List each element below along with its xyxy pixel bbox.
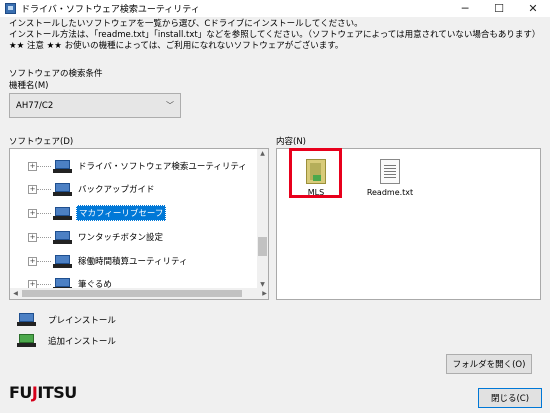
instruction-line-3: ★★ 注意 ★★ お使いの機種によっては、ご利用になれないソフトウェアがございま… [9, 41, 344, 51]
legend-additional: 追加インストール [17, 334, 116, 347]
expand-icon[interactable]: + [28, 232, 37, 242]
tree-item[interactable]: + 稼働時間積算ユーティリティ [10, 251, 258, 271]
scroll-up-icon[interactable]: ▲ [257, 150, 268, 157]
contents-label: 内容(N) [276, 137, 306, 147]
text-file-icon [380, 159, 400, 184]
expand-icon[interactable]: + [28, 161, 37, 171]
tree-item[interactable]: + バックアップガイド [10, 179, 258, 199]
file-name: Readme.txt [366, 188, 414, 197]
scroll-right-icon[interactable]: ▶ [259, 290, 268, 297]
chevron-down-icon: ﹀ [166, 101, 174, 110]
expand-icon[interactable]: + [28, 256, 37, 266]
highlight-box [289, 148, 342, 198]
software-label: ソフトウェア(D) [9, 137, 74, 147]
tree-connector [37, 284, 51, 285]
minimize-button[interactable]: ─ [448, 0, 482, 17]
tree-item-label: ドライバ・ソフトウェア検索ユーティリティ [78, 162, 247, 172]
close-window-button[interactable]: ✕ [516, 0, 550, 17]
close-button[interactable]: 閉じる(C) [478, 388, 542, 408]
instruction-line-2: インストール方法は、「readme.txt」「install.txt」などを参照… [9, 30, 541, 40]
fujitsu-logo: FUJITSU [9, 383, 77, 402]
tree-item-label: 稼働時間積算ユーティリティ [78, 257, 188, 267]
laptop-icon [53, 254, 72, 268]
model-select[interactable]: AH77/C2 ﹀ [9, 93, 181, 118]
tree-connector [37, 237, 51, 238]
app-icon [5, 3, 16, 14]
model-label: 機種名(M) [9, 81, 49, 91]
tree-item-selected[interactable]: + マカフィーリブセーフ [10, 203, 258, 223]
laptop-icon [53, 230, 72, 244]
tree-item[interactable]: + ドライバ・ソフトウェア検索ユーティリティ [10, 156, 258, 176]
tree-item-label: ワンタッチボタン設定 [78, 233, 164, 243]
title-bar: ドライバ・ソフトウェア検索ユーティリティ ─ ☐ ✕ [0, 0, 550, 17]
tree-connector [37, 189, 51, 190]
software-tree[interactable]: + ドライバ・ソフトウェア検索ユーティリティ + バックアップガイド + マカフ… [9, 148, 269, 300]
open-folder-button[interactable]: フォルダを開く(O) [446, 354, 532, 374]
search-section-label: ソフトウェアの検索条件 [9, 69, 103, 79]
laptop-green-icon [17, 334, 36, 347]
tree-item[interactable]: + ワンタッチボタン設定 [10, 227, 258, 247]
legend-preinstall-label: プレインストール [48, 315, 116, 326]
laptop-icon [53, 182, 72, 196]
legend-preinstall: プレインストール [17, 313, 116, 326]
file-item-readme[interactable]: Readme.txt [364, 159, 416, 197]
scroll-left-icon[interactable]: ◀ [10, 290, 21, 297]
maximize-button[interactable]: ☐ [482, 0, 516, 17]
expand-icon[interactable]: + [28, 208, 37, 218]
scrollbar-thumb[interactable] [258, 237, 267, 256]
instruction-line-1: インストールしたいソフトウェアを一覧から選び、Cドライブにインストールしてくださ… [9, 19, 363, 29]
tree-connector [37, 213, 51, 214]
tree-item-label: バックアップガイド [78, 185, 155, 195]
vertical-scrollbar[interactable]: ▲ ▼ [257, 149, 268, 289]
scrollbar-thumb[interactable] [22, 290, 242, 297]
tree-connector [37, 261, 51, 262]
scroll-down-icon[interactable]: ▼ [257, 281, 268, 288]
laptop-icon [53, 159, 72, 173]
window-title: ドライバ・ソフトウェア検索ユーティリティ [21, 5, 200, 15]
legend-additional-label: 追加インストール [48, 336, 116, 347]
expand-icon[interactable]: + [28, 184, 37, 194]
horizontal-scrollbar[interactable]: ◀ ▶ [10, 288, 268, 299]
laptop-icon [53, 206, 72, 220]
laptop-icon [17, 313, 36, 326]
tree-connector [37, 166, 51, 167]
tree-item-label: マカフィーリブセーフ [76, 205, 167, 221]
instructions: インストールしたいソフトウェアを一覧から選び、Cドライブにインストールしてくださ… [9, 19, 544, 52]
model-select-value: AH77/C2 [16, 100, 54, 111]
